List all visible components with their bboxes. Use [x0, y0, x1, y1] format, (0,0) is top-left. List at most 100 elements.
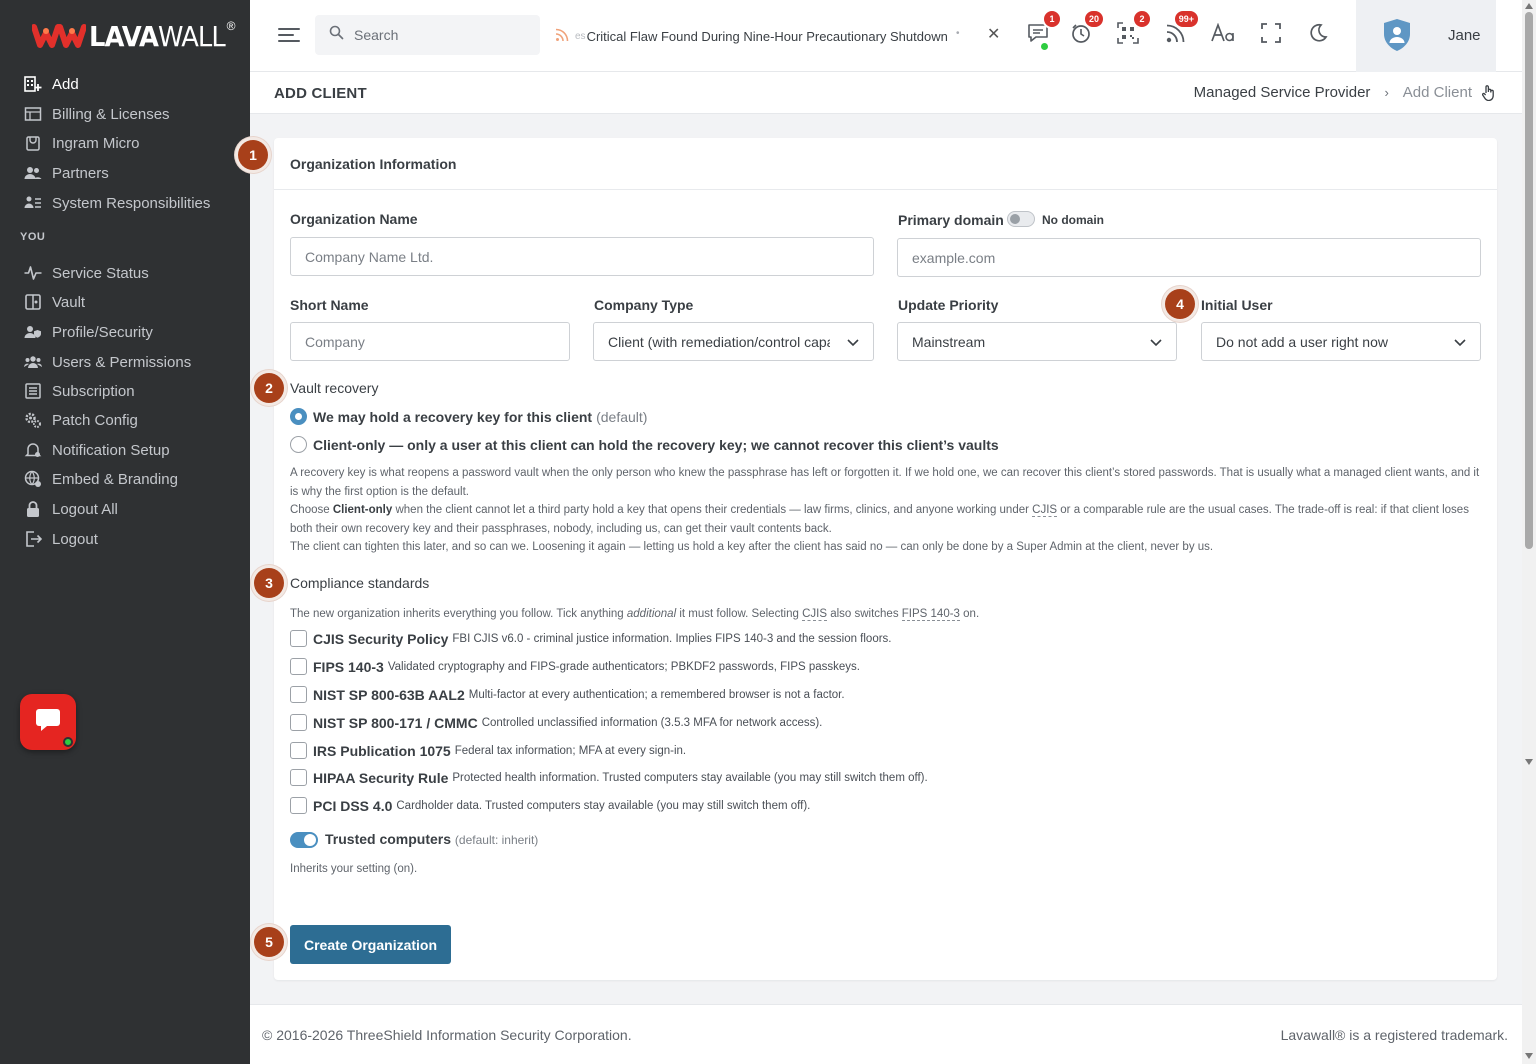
- short-name-field[interactable]: [290, 322, 570, 361]
- scroll-down-arrow-icon[interactable]: [1525, 759, 1533, 765]
- timer-button[interactable]: 20: [1068, 11, 1103, 48]
- fullscreen-button[interactable]: [1258, 22, 1284, 48]
- sidebar-item-profile-security[interactable]: Profile/Security: [24, 320, 153, 344]
- radio-unchecked[interactable]: [290, 436, 307, 453]
- scroll-up-arrow-icon[interactable]: [1525, 3, 1533, 9]
- company-type-select[interactable]: Client (with remediation/control capabil…: [593, 322, 874, 361]
- help-text-italic: additional: [626, 608, 677, 620]
- checkbox[interactable]: [290, 714, 307, 731]
- chat-button[interactable]: [20, 694, 76, 750]
- sidebar-item-label: Users & Permissions: [52, 353, 192, 371]
- checkbox[interactable]: [290, 658, 307, 675]
- lock-icon: [24, 500, 42, 518]
- standard-nist-800-63b[interactable]: NIST SP 800-63B AAL2 Multi-factor at eve…: [290, 686, 845, 703]
- vault-option-msp-key[interactable]: We may hold a recovery key for this clie…: [290, 408, 647, 425]
- org-name-input[interactable]: [305, 248, 873, 265]
- vault-option-client-only[interactable]: Client-only — only a user at this client…: [290, 436, 999, 453]
- news-ticker[interactable]: es Critical Flaw Found During Nine-Hour …: [555, 26, 955, 46]
- sidebar-item-add[interactable]: Add: [24, 72, 79, 96]
- sidebar-section-you: YOU: [20, 231, 46, 243]
- standard-irs-1075[interactable]: IRS Publication 1075 Federal tax informa…: [290, 742, 686, 759]
- ticker-close-icon[interactable]: ✕: [987, 24, 1000, 44]
- sidebar-item-users-permissions[interactable]: Users & Permissions: [24, 350, 191, 374]
- brand-reg-mark: ®: [226, 19, 236, 33]
- company-type-value: Client (with remediation/control capabil…: [608, 333, 830, 350]
- initial-user-select[interactable]: Do not add a user right now: [1201, 322, 1481, 361]
- help-text: Choose: [290, 504, 330, 516]
- sidebar-item-patch-config[interactable]: Patch Config: [24, 408, 138, 432]
- partners-icon: [24, 164, 42, 182]
- step-marker-2: 2: [254, 373, 284, 403]
- qr-button[interactable]: 2: [1115, 11, 1150, 48]
- short-name-input[interactable]: [305, 333, 569, 350]
- chevron-down-icon: [847, 334, 859, 350]
- store-icon: [24, 134, 42, 152]
- trusted-computers-toggle[interactable]: [290, 832, 318, 848]
- hand-pointer-icon[interactable]: [1482, 84, 1496, 101]
- sidebar-item-subscription[interactable]: Subscription: [24, 379, 135, 403]
- checkbox[interactable]: [290, 742, 307, 759]
- scroll-down-arrow-icon[interactable]: [1525, 1053, 1533, 1059]
- checkbox[interactable]: [290, 630, 307, 647]
- no-domain-toggle[interactable]: [1007, 211, 1035, 227]
- sidebar-item-service-status[interactable]: Service Status: [24, 261, 149, 285]
- checkbox[interactable]: [290, 686, 307, 703]
- sidebar-item-logout[interactable]: Logout: [24, 527, 98, 551]
- sidebar-item-embed-branding[interactable]: Embed & Branding: [24, 467, 178, 491]
- sidebar-item-system-responsibilities[interactable]: System Responsibilities: [24, 191, 210, 215]
- footer: © 2016-2026 ThreeShield Information Secu…: [250, 1004, 1522, 1064]
- sidebar-item-vault[interactable]: Vault: [24, 290, 85, 314]
- feeds-button[interactable]: 99+: [1163, 11, 1198, 48]
- breadcrumb-item-msp[interactable]: Managed Service Provider: [1194, 84, 1371, 101]
- standard-cjis[interactable]: CJIS Security Policy FBI CJIS v6.0 - cri…: [290, 630, 892, 647]
- domain-input[interactable]: [912, 249, 1480, 266]
- help-text: it must follow. Selecting: [679, 608, 799, 620]
- standard-fips[interactable]: FIPS 140-3 Validated cryptography and FI…: [290, 658, 860, 675]
- checkbox[interactable]: [290, 769, 307, 786]
- page-scrollbar[interactable]: [1522, 0, 1536, 1064]
- online-status-dot: [63, 737, 73, 747]
- org-name-field[interactable]: [290, 237, 874, 276]
- vault-help-para-1: A recovery key is what reopens a passwor…: [290, 467, 1480, 498]
- standard-name: HIPAA Security Rule: [313, 769, 449, 786]
- standard-name: NIST SP 800-171 / CMMC: [313, 714, 478, 731]
- primary-domain-label: Primary domain: [898, 212, 1004, 228]
- sidebar-item-label: Profile/Security: [52, 323, 153, 341]
- list-icon: [24, 382, 42, 400]
- sidebar-item-ingram-micro[interactable]: Ingram Micro: [24, 131, 140, 155]
- sidebar-item-notification-setup[interactable]: Notification Setup: [24, 438, 170, 462]
- messages-button[interactable]: 1: [1025, 11, 1060, 50]
- brand-logo[interactable]: LAVAWALL ®: [31, 18, 236, 54]
- user-name: Jane: [1448, 27, 1481, 44]
- scrollbar-thumb[interactable]: [1525, 12, 1533, 549]
- chevron-down-icon: [1454, 334, 1466, 350]
- sidebar-item-label: Ingram Micro: [52, 134, 140, 152]
- update-priority-select[interactable]: Mainstream: [897, 322, 1177, 361]
- billing-icon: [24, 105, 42, 123]
- standard-nist-800-171[interactable]: NIST SP 800-171 / CMMC Controlled unclas…: [290, 714, 822, 731]
- vault-option-client-only-label: Client-only — only a user at this client…: [313, 436, 999, 453]
- sidebar-item-partners[interactable]: Partners: [24, 161, 109, 185]
- sidebar-item-logout-all[interactable]: Logout All: [24, 497, 118, 521]
- sidebar-item-billing[interactable]: Billing & Licenses: [24, 102, 170, 126]
- messages-badge: 1: [1044, 11, 1060, 27]
- menu-toggle-button[interactable]: [278, 26, 300, 49]
- standard-pci-dss[interactable]: PCI DSS 4.0 Cardholder data. Trusted com…: [290, 797, 810, 814]
- dark-mode-button[interactable]: [1305, 22, 1331, 48]
- sidebar-item-label: Vault: [52, 293, 86, 311]
- user-menu[interactable]: Jane: [1356, 0, 1496, 72]
- step-marker-5: 5: [254, 927, 284, 957]
- checkbox[interactable]: [290, 797, 307, 814]
- standard-name: FIPS 140-3: [313, 658, 384, 675]
- font-size-button[interactable]: [1210, 22, 1236, 48]
- create-organization-button[interactable]: Create Organization: [290, 925, 452, 964]
- domain-field[interactable]: [897, 238, 1481, 277]
- search-box[interactable]: [315, 15, 540, 55]
- user-shield-icon: [24, 323, 42, 341]
- sidebar-item-label: Patch Config: [52, 411, 138, 429]
- radio-checked[interactable]: [290, 408, 307, 425]
- standard-hipaa[interactable]: HIPAA Security Rule Protected health inf…: [290, 769, 928, 786]
- search-input[interactable]: [354, 27, 524, 43]
- standard-description: FBI CJIS v6.0 - criminal justice informa…: [452, 632, 892, 645]
- ticker-headline[interactable]: Critical Flaw Found During Nine-Hour Pre…: [587, 29, 948, 44]
